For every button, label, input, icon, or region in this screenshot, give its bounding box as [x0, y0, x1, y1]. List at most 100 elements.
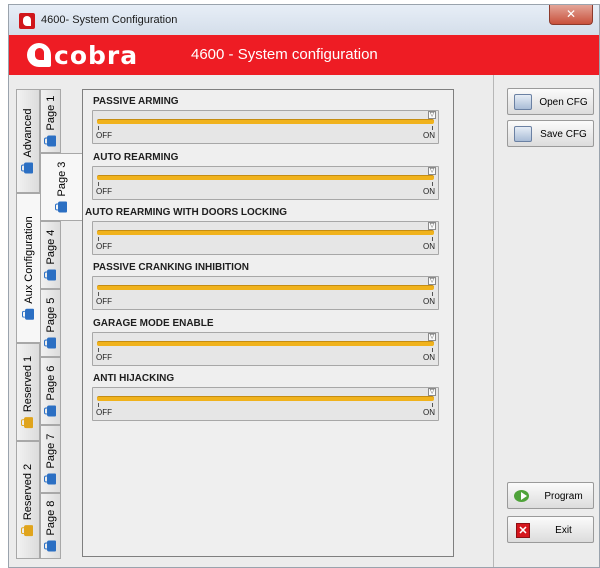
tab-page-7-label: Page 7 [44, 433, 57, 469]
exit-label: Exit [555, 525, 572, 536]
open-cfg-button[interactable]: Open CFG [507, 88, 594, 115]
program-label: Program [544, 491, 583, 502]
tab-page-5[interactable]: Page 5 [40, 289, 61, 357]
save-cfg-label: Save CFG [540, 129, 587, 140]
slider-fill [97, 341, 434, 346]
tick-mark [432, 348, 433, 352]
tab-page-1-label: Page 1 [44, 95, 57, 131]
folder-icon [46, 540, 55, 552]
tab-page-4-label: Page 4 [44, 229, 57, 265]
setting-label: AUTO REARMING WITH DOORS LOCKING [85, 207, 288, 218]
setting-label: PASSIVE CRANKING INHIBITION [93, 262, 249, 273]
tab-reserved-1-label: Reserved 1 [22, 355, 34, 413]
on-label: ON [423, 353, 435, 362]
save-icon [514, 126, 532, 142]
tab-reserved-1[interactable]: Reserved 1 [16, 343, 40, 441]
off-label: OFF [96, 353, 112, 362]
folder-icon [46, 473, 55, 485]
folder-icon [24, 308, 34, 320]
settings-panel: PASSIVE ARMING ▽ OFF ON AUTO REARMING ▽ … [82, 89, 454, 557]
tick-mark [98, 182, 99, 186]
folder-icon [57, 201, 66, 213]
slider-fill [97, 285, 434, 290]
off-label: OFF [96, 187, 112, 196]
tick-mark [98, 348, 99, 352]
slider-fill [97, 396, 434, 401]
exit-icon: ✕ [516, 523, 530, 538]
lock-icon [23, 417, 33, 429]
cobra-logo-text: cobra [54, 40, 139, 70]
tab-advanced-label: Advanced [22, 108, 34, 158]
slider-thumb-icon[interactable]: ▽ [428, 277, 436, 285]
toggle-slider[interactable]: ▽ OFF ON [92, 276, 439, 310]
tab-page-3[interactable]: Page 3 [40, 153, 82, 221]
page-title: 4600 - System configuration [191, 46, 378, 63]
slider-thumb-icon[interactable]: ▽ [428, 167, 436, 175]
tab-page-1[interactable]: Page 1 [40, 89, 61, 153]
off-label: OFF [96, 131, 112, 140]
setting-label: GARAGE MODE ENABLE [93, 318, 214, 329]
toggle-slider[interactable]: ▽ OFF ON [92, 387, 439, 421]
slider-thumb-icon[interactable]: ▽ [428, 222, 436, 230]
folder-icon [46, 405, 55, 417]
tab-reserved-2-label: Reserved 2 [22, 463, 34, 521]
tab-page-4[interactable]: Page 4 [40, 221, 61, 289]
setting-label: AUTO REARMING [93, 152, 179, 163]
tick-mark [432, 403, 433, 407]
divider [493, 75, 494, 567]
tab-advanced[interactable]: Advanced [16, 89, 40, 193]
toggle-slider[interactable]: ▽ OFF ON [92, 166, 439, 200]
app-window: 4600- System Configuration ✕ cobra 4600 … [8, 4, 600, 568]
tab-aux-configuration[interactable]: Aux Configuration [16, 193, 41, 343]
on-label: ON [423, 131, 435, 140]
program-arrow-icon [514, 488, 532, 504]
slider-fill [97, 175, 434, 180]
slider-thumb-icon[interactable]: ▽ [428, 333, 436, 341]
setting-label: ANTI HIJACKING [93, 373, 175, 384]
cobra-logo: cobra [27, 40, 139, 70]
on-label: ON [423, 408, 435, 417]
tab-aux-configuration-label: Aux Configuration [23, 216, 35, 304]
tab-page-8-label: Page 8 [44, 500, 57, 536]
slider-thumb-icon[interactable]: ▽ [428, 111, 436, 119]
close-button[interactable]: ✕ [549, 5, 593, 25]
open-cfg-label: Open CFG [539, 97, 588, 108]
tick-mark [98, 237, 99, 241]
folder-icon [46, 135, 55, 147]
off-label: OFF [96, 242, 112, 251]
header-banner: cobra 4600 - System configuration [9, 35, 599, 75]
on-label: ON [423, 242, 435, 251]
cobra-logo-mark [27, 43, 51, 67]
tab-page-3-label: Page 3 [55, 161, 68, 197]
tick-mark [98, 126, 99, 130]
off-label: OFF [96, 297, 112, 306]
tick-mark [432, 126, 433, 130]
toggle-slider[interactable]: ▽ OFF ON [92, 332, 439, 366]
exit-button[interactable]: ✕ Exit [507, 516, 594, 543]
toggle-slider[interactable]: ▽ OFF ON [92, 110, 439, 144]
program-button[interactable]: Program [507, 482, 594, 509]
save-cfg-button[interactable]: Save CFG [507, 120, 594, 147]
slider-fill [97, 230, 434, 235]
tab-page-7[interactable]: Page 7 [40, 425, 61, 493]
tab-reserved-2[interactable]: Reserved 2 [16, 441, 40, 559]
folder-icon [46, 269, 55, 281]
tick-mark [432, 182, 433, 186]
tab-page-6[interactable]: Page 6 [40, 357, 61, 425]
tab-page-5-label: Page 5 [44, 297, 57, 333]
folder-icon [23, 162, 33, 174]
title-bar: 4600- System Configuration ✕ [9, 5, 599, 35]
open-folder-icon [514, 94, 532, 110]
tab-page-8[interactable]: Page 8 [40, 493, 61, 559]
app-icon [19, 13, 35, 29]
tick-mark [432, 292, 433, 296]
on-label: ON [423, 297, 435, 306]
slider-fill [97, 119, 434, 124]
tick-mark [98, 292, 99, 296]
folder-icon [46, 337, 55, 349]
window-title: 4600- System Configuration [41, 14, 178, 26]
setting-label: PASSIVE ARMING [93, 96, 179, 107]
toggle-slider[interactable]: ▽ OFF ON [92, 221, 439, 255]
slider-thumb-icon[interactable]: ▽ [428, 388, 436, 396]
tab-page-6-label: Page 6 [44, 365, 57, 401]
